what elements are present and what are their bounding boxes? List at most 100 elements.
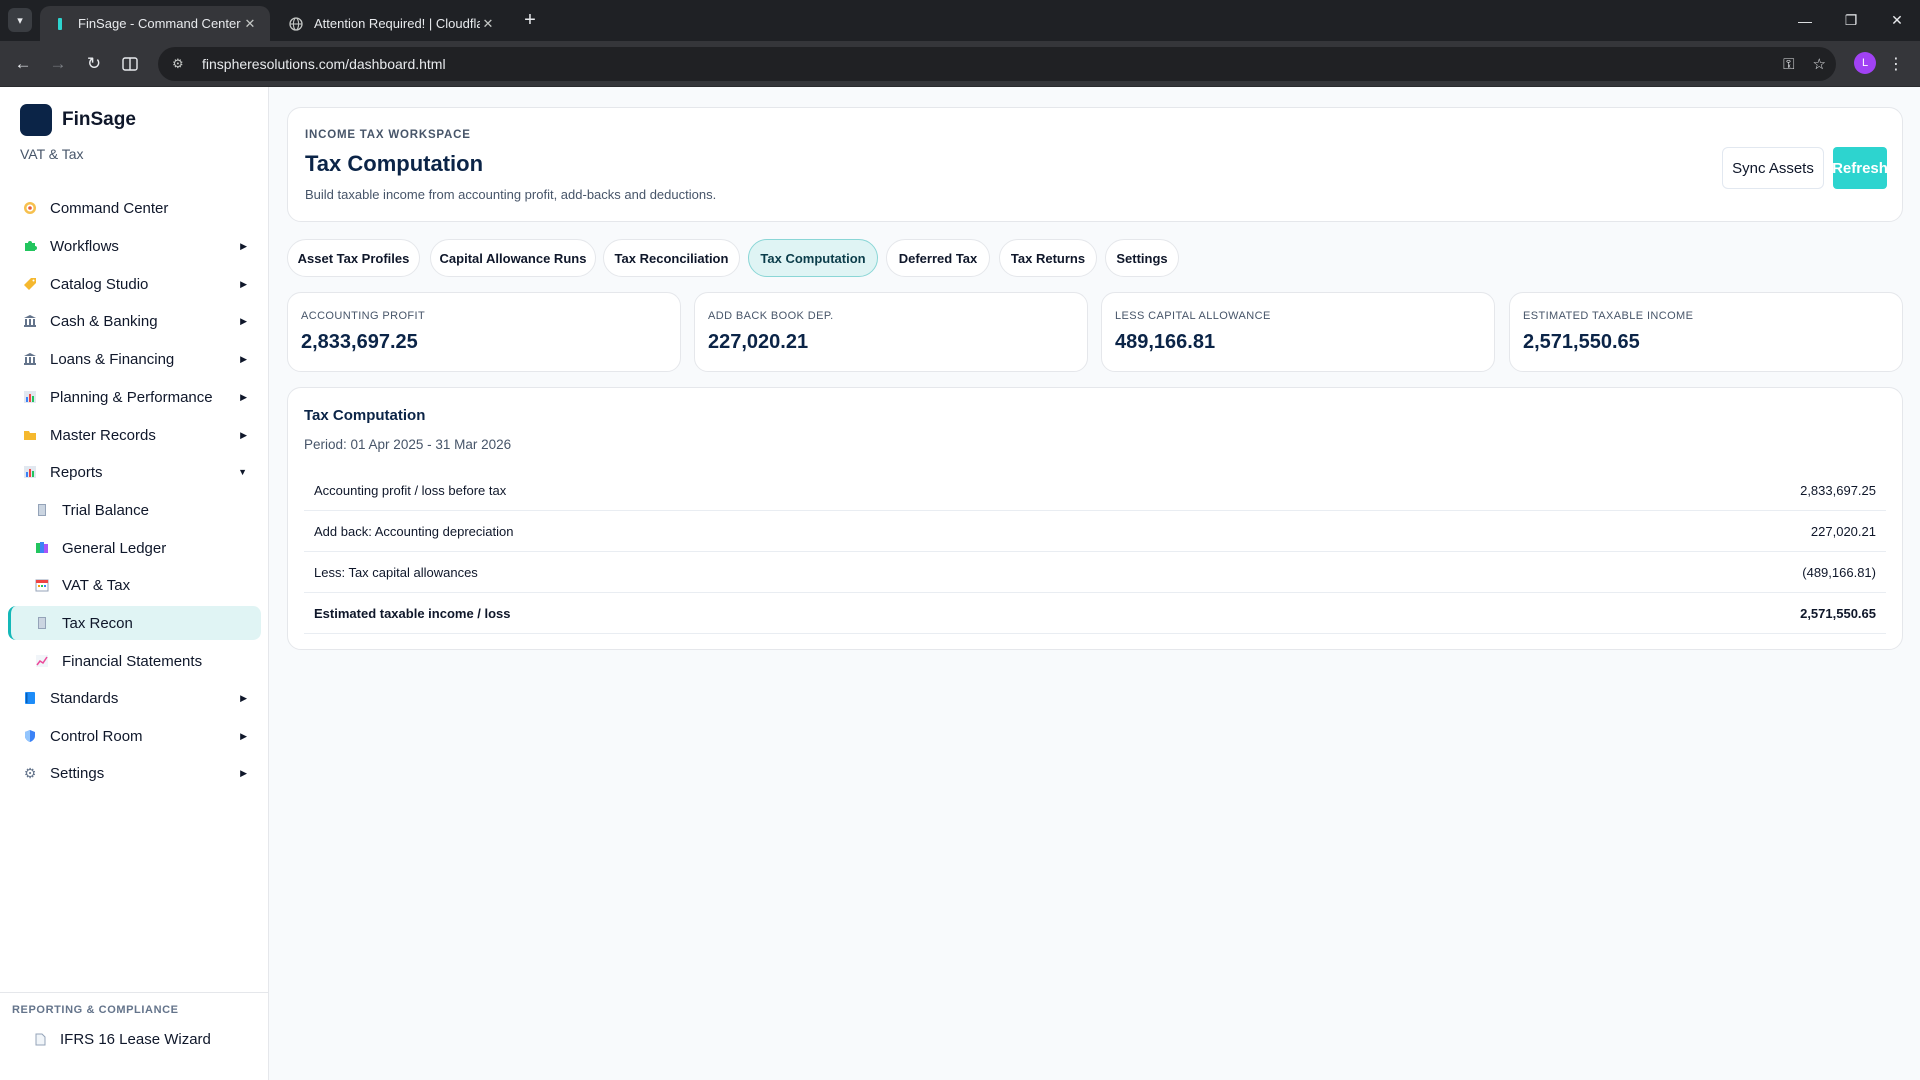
caret-right-icon: ▶ [240, 353, 247, 364]
refresh-button[interactable]: Refresh [1833, 147, 1887, 189]
sidebar-item-label: Reports [50, 463, 103, 481]
bookmark-star-icon[interactable]: ☆ [1813, 55, 1826, 73]
sidebar-item-reports[interactable]: Reports ▼ [8, 455, 261, 489]
sidebar-item-vat-tax[interactable]: VAT & Tax [8, 568, 261, 602]
row-label: Estimated taxable income / loss [314, 605, 511, 621]
brand[interactable]: FinSage [20, 104, 136, 136]
close-icon[interactable]: ✕ [242, 16, 258, 32]
page-description: Build taxable income from accounting pro… [305, 187, 717, 202]
caret-right-icon: ▶ [240, 391, 247, 402]
caret-right-icon: ▶ [240, 692, 247, 703]
tag-icon [22, 276, 38, 292]
sidebar-item-workflows[interactable]: Workflows ▶ [8, 229, 261, 263]
kpi-card-capital-allowance: LESS CAPITAL ALLOWANCE 489,166.81 [1101, 292, 1495, 372]
split-view-icon[interactable] [116, 50, 144, 78]
sidebar-item-cash-banking[interactable]: Cash & Banking ▶ [8, 304, 261, 338]
url-text: finspheresolutions.com/dashboard.html [202, 56, 446, 72]
new-tab-plus-icon[interactable]: + [518, 8, 542, 32]
browser-tab-active[interactable]: FinSage - Command Center ✕ [40, 6, 270, 41]
close-icon[interactable]: ✕ [480, 16, 496, 32]
sidebar-item-label: Master Records [50, 426, 156, 444]
document-icon [32, 1031, 48, 1047]
sidebar-item-settings[interactable]: ⚙ Settings ▶ [8, 756, 261, 790]
sidebar-item-control-room[interactable]: Control Room ▶ [8, 719, 261, 753]
address-bar[interactable]: ⚙ finspheresolutions.com/dashboard.html … [158, 47, 1836, 81]
back-arrow-icon[interactable]: ← [9, 50, 37, 78]
workspace-eyebrow: INCOME TAX WORKSPACE [305, 129, 471, 141]
sidebar-item-label: Settings [50, 764, 105, 782]
sidebar-item-tax-recon[interactable]: Tax Recon [8, 606, 261, 640]
row-value: 2,571,550.65 [1800, 605, 1876, 621]
bar-chart-icon [22, 389, 38, 405]
table-row: Accounting profit / loss before tax 2,83… [304, 470, 1886, 511]
kpi-card-taxable-income: ESTIMATED TAXABLE INCOME 2,571,550.65 [1509, 292, 1903, 372]
workspace-header: INCOME TAX WORKSPACE Tax Computation Bui… [287, 107, 1903, 222]
kpi-label: ADD BACK BOOK DEP. [708, 310, 834, 322]
sidebar-item-master-records[interactable]: Master Records ▶ [8, 418, 261, 452]
calendar-icon [34, 577, 50, 593]
caret-down-icon: ▼ [238, 467, 247, 477]
sidebar-item-catalog-studio[interactable]: Catalog Studio ▶ [8, 267, 261, 301]
sidebar-item-label: Control Room [50, 727, 143, 745]
kpi-card-accounting-profit: ACCOUNTING PROFIT 2,833,697.25 [287, 292, 681, 372]
sync-assets-button[interactable]: Sync Assets [1722, 147, 1824, 189]
kpi-value: 2,571,550.65 [1523, 331, 1640, 353]
window-controls: — ❐ ✕ [1782, 0, 1920, 41]
sidebar-item-standards[interactable]: Standards ▶ [8, 681, 261, 715]
sidebar-item-general-ledger[interactable]: General Ledger [8, 531, 261, 565]
tab-tax-computation[interactable]: Tax Computation [748, 239, 878, 277]
row-value: 227,020.21 [1810, 523, 1876, 539]
puzzle-icon [22, 238, 38, 254]
brand-subtitle: VAT & Tax [20, 146, 84, 162]
profile-avatar[interactable]: L [1854, 52, 1876, 74]
kpi-card-add-back-depreciation: ADD BACK BOOK DEP. 227,020.21 [694, 292, 1088, 372]
reload-icon[interactable]: ↻ [80, 50, 108, 78]
target-icon [22, 200, 38, 216]
tab-tax-reconciliation[interactable]: Tax Reconciliation [603, 239, 740, 277]
forward-arrow-icon[interactable]: → [44, 50, 72, 78]
sidebar-footer-divider [0, 992, 269, 993]
sidebar-item-label: VAT & Tax [62, 576, 131, 594]
browser-menu-icon[interactable]: ⋮ [1886, 50, 1906, 78]
sidebar: FinSage VAT & Tax Command Center Workflo… [0, 87, 269, 1080]
sidebar-item-loans-financing[interactable]: Loans & Financing ▶ [8, 342, 261, 376]
tab-asset-tax-profiles[interactable]: Asset Tax Profiles [287, 239, 420, 277]
tab-deferred-tax[interactable]: Deferred Tax [886, 239, 990, 277]
shield-icon [22, 728, 38, 744]
caret-right-icon: ▶ [240, 730, 247, 741]
tab-title: Attention Required! | Cloudflare [314, 16, 480, 31]
caret-right-icon: ▶ [240, 767, 247, 778]
row-value: (489,166.81) [1802, 564, 1876, 580]
sidebar-item-label: Command Center [50, 199, 169, 217]
kpi-value: 2,833,697.25 [301, 331, 418, 353]
tab-title: FinSage - Command Center [78, 16, 241, 31]
tab-settings[interactable]: Settings [1105, 239, 1179, 277]
minimize-icon[interactable]: — [1782, 0, 1828, 41]
site-info-icon[interactable]: ⚙ [172, 56, 192, 72]
sidebar-item-command-center[interactable]: Command Center [8, 191, 261, 225]
sidebar-item-financial-statements[interactable]: Financial Statements [8, 644, 261, 678]
window-close-icon[interactable]: ✕ [1874, 0, 1920, 41]
brand-logo-icon [20, 104, 52, 136]
sidebar-item-ifrs16-lease-wizard[interactable]: IFRS 16 Lease Wizard [18, 1022, 258, 1056]
sidebar-section-title: REPORTING & COMPLIANCE [12, 1004, 179, 1016]
bank-icon [22, 351, 38, 367]
password-key-icon[interactable]: ⚿ [1783, 56, 1794, 73]
gear-icon: ⚙ [23, 764, 37, 781]
tab-search-button[interactable]: ▾ [8, 8, 32, 32]
sidebar-item-trial-balance[interactable]: Trial Balance [8, 493, 261, 527]
tab-tax-returns[interactable]: Tax Returns [999, 239, 1097, 277]
restore-icon[interactable]: ❐ [1828, 0, 1874, 41]
bank-icon [22, 313, 38, 329]
sidebar-item-planning-performance[interactable]: Planning & Performance ▶ [8, 380, 261, 414]
ledger-icon [34, 502, 50, 518]
folder-icon [22, 427, 38, 443]
sidebar-item-label: Tax Recon [62, 614, 133, 632]
section-title: Tax Computation [304, 407, 426, 424]
ledger-icon [34, 615, 50, 631]
computation-table: Accounting profit / loss before tax 2,83… [304, 470, 1886, 634]
row-value: 2,833,697.25 [1800, 482, 1876, 498]
tab-capital-allowance-runs[interactable]: Capital Allowance Runs [430, 239, 596, 277]
trend-icon [34, 653, 50, 669]
browser-tab[interactable]: Attention Required! | Cloudflare ✕ [276, 6, 508, 41]
